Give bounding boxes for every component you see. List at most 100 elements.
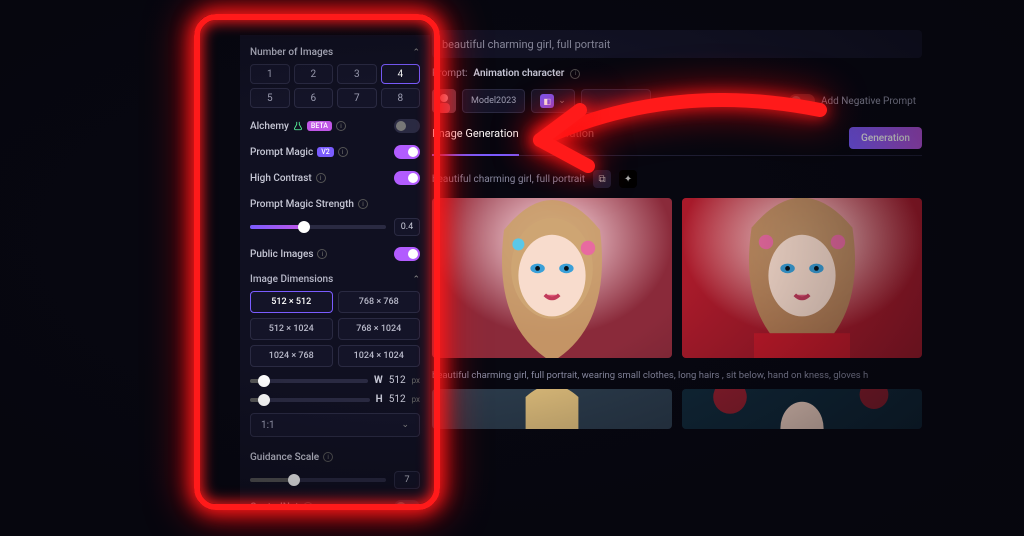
result-image-4[interactable] xyxy=(682,389,922,429)
high-contrast-label: High Contrast xyxy=(250,173,312,184)
number-of-images-label: Number of Images xyxy=(250,47,333,58)
negative-prompt-toggle[interactable] xyxy=(789,94,815,108)
num-images-option-4[interactable]: 4 xyxy=(381,64,421,84)
width-value: 512 xyxy=(389,375,406,386)
info-icon[interactable] xyxy=(338,147,348,157)
prompt-magic-badge: V2 xyxy=(317,147,334,157)
dim-preset[interactable]: 512 × 512 xyxy=(250,291,333,313)
guidance-slider-row: 7 xyxy=(250,471,420,489)
aspect-ratio-value: 1:1 xyxy=(261,420,275,431)
num-images-option-2[interactable]: 2 xyxy=(294,64,334,84)
tab-generation[interactable]: Generation xyxy=(541,127,594,149)
num-images-option-3[interactable]: 3 xyxy=(337,64,377,84)
number-of-images-grid: 1234 5678 xyxy=(250,64,420,108)
dimension-presets: 512 × 512768 × 768512 × 1024768 × 102410… xyxy=(250,291,420,367)
info-icon[interactable] xyxy=(570,69,580,79)
neg-prefix: Prompt: xyxy=(432,68,467,79)
pm-strength-value: 0.4 xyxy=(394,218,420,236)
width-slider[interactable] xyxy=(250,379,368,383)
aspect-ratio-select[interactable]: 1:1 xyxy=(250,413,420,437)
num-images-option-1[interactable]: 1 xyxy=(250,64,290,84)
flask-icon xyxy=(293,121,303,131)
chevron-down-icon xyxy=(558,96,566,106)
public-images-toggle[interactable] xyxy=(394,247,420,261)
model-row: Model2023 ◧ Add Negative Prompt xyxy=(432,89,922,113)
prompt-input[interactable]: beautiful charming girl, full portrait xyxy=(432,30,922,58)
prompt-magic-label: Prompt Magic xyxy=(250,147,313,158)
style-select[interactable]: ◧ xyxy=(531,89,575,113)
height-row: H 512 px xyxy=(250,394,420,405)
alchemy-label: Alchemy xyxy=(250,121,289,132)
num-images-option-8[interactable]: 8 xyxy=(381,88,421,108)
width-label: W xyxy=(374,375,383,386)
prompt-text: beautiful charming girl, full portrait xyxy=(442,38,610,51)
num-images-option-5[interactable]: 5 xyxy=(250,88,290,108)
negative-prompt-toggle-label: Add Negative Prompt xyxy=(821,96,916,107)
alchemy-row: Alchemy BETA xyxy=(250,118,420,134)
tab-image-generation[interactable]: Image Generation xyxy=(432,127,519,149)
generate-button[interactable]: Generation xyxy=(849,127,922,149)
chevron-up-icon xyxy=(412,275,420,285)
info-icon[interactable] xyxy=(317,249,327,259)
guidance-slider[interactable] xyxy=(250,478,386,482)
info-icon[interactable] xyxy=(358,199,368,209)
number-of-images-header[interactable]: Number of Images xyxy=(250,47,420,58)
settings-panel: Number of Images 12345678 Alchemy BETA P… xyxy=(240,35,430,505)
pm-strength-slider-row: 0.4 xyxy=(250,218,420,236)
negative-prompt-toggle-group: Add Negative Prompt xyxy=(789,94,916,108)
main-area: beautiful charming girl, full portrait P… xyxy=(432,30,922,520)
guidance-value: 7 xyxy=(394,471,420,489)
high-contrast-row: High Contrast xyxy=(250,170,420,186)
width-unit: px xyxy=(412,376,420,385)
prompt-magic-toggle[interactable] xyxy=(394,145,420,159)
dim-preset[interactable]: 1024 × 1024 xyxy=(338,345,421,367)
info-icon[interactable] xyxy=(316,173,326,183)
generation-caption-2: beautiful charming girl, full portrait, … xyxy=(432,370,922,381)
image-dimensions-header[interactable]: Image Dimensions xyxy=(250,274,420,285)
model-avatar[interactable] xyxy=(432,89,456,113)
height-unit: px xyxy=(412,395,420,404)
caption-1-text: beautiful charming girl, full portrait xyxy=(432,174,585,185)
negative-prompt-line: Prompt: Animation character xyxy=(432,68,922,79)
tabs: Image Generation Generation Generation xyxy=(432,127,922,156)
info-icon[interactable] xyxy=(303,502,313,505)
chevron-up-icon xyxy=(412,48,420,58)
public-images-row: Public Images xyxy=(250,246,420,262)
dim-preset[interactable]: 512 × 1024 xyxy=(250,318,333,340)
info-icon[interactable] xyxy=(323,452,333,462)
guidance-header: Guidance Scale xyxy=(250,449,420,465)
result-image-2[interactable] xyxy=(682,198,922,358)
controlnet-label: ControlNet xyxy=(250,502,299,506)
result-image-1[interactable] xyxy=(432,198,672,358)
controlnet-row: ControlNet xyxy=(250,499,420,505)
info-icon[interactable] xyxy=(336,121,346,131)
palette-icon: ◧ xyxy=(540,94,554,108)
gallery-2 xyxy=(432,389,922,429)
copy-icon[interactable]: ⧉ xyxy=(593,170,611,188)
generation-caption-1: beautiful charming girl, full portrait ⧉… xyxy=(432,170,922,188)
prompt-magic-row: Prompt Magic V2 xyxy=(250,144,420,160)
high-contrast-toggle[interactable] xyxy=(394,171,420,185)
dim-preset[interactable]: 768 × 768 xyxy=(338,291,421,313)
dim-preset[interactable]: 1024 × 768 xyxy=(250,345,333,367)
chevron-down-icon xyxy=(401,420,409,430)
height-label: H xyxy=(376,394,383,405)
width-row: W 512 px xyxy=(250,375,420,386)
elements-select[interactable] xyxy=(581,89,651,113)
result-image-3[interactable] xyxy=(432,389,672,429)
public-images-label: Public Images xyxy=(250,249,313,260)
alchemy-badge: BETA xyxy=(307,121,332,131)
pm-strength-slider[interactable] xyxy=(250,225,386,229)
dim-preset[interactable]: 768 × 1024 xyxy=(338,318,421,340)
num-images-option-6[interactable]: 6 xyxy=(294,88,334,108)
guidance-label: Guidance Scale xyxy=(250,452,319,463)
alchemy-toggle[interactable] xyxy=(394,119,420,133)
controlnet-toggle[interactable] xyxy=(394,500,420,505)
expand-icon[interactable]: ✦ xyxy=(619,170,637,188)
gallery-1 xyxy=(432,198,922,358)
height-value: 512 xyxy=(389,394,406,405)
model-select[interactable]: Model2023 xyxy=(462,89,525,113)
neg-value: Animation character xyxy=(473,68,564,79)
num-images-option-7[interactable]: 7 xyxy=(337,88,377,108)
height-slider[interactable] xyxy=(250,398,370,402)
